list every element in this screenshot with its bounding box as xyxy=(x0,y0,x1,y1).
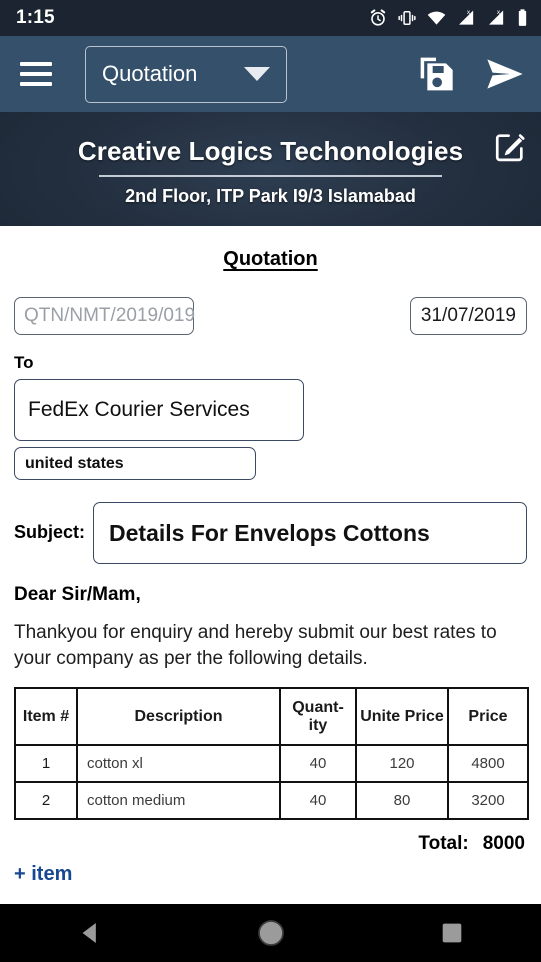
recipient-country-input[interactable]: united states xyxy=(14,447,256,480)
subject-input[interactable]: Details For Envelops Cottons xyxy=(93,502,527,564)
cell-item: 2 xyxy=(14,781,78,821)
header-item: Item # xyxy=(14,687,78,747)
android-nav-bar xyxy=(0,904,541,962)
recipient-country-value: united states xyxy=(25,454,124,472)
quotation-number-placeholder: QTN/NMT/2019/019 xyxy=(24,305,196,326)
cell-description[interactable]: cotton xl xyxy=(76,744,281,784)
date-input[interactable]: 31/07/2019 xyxy=(409,297,527,335)
salutation-text: Dear Sir/Mam, xyxy=(14,584,141,605)
wifi-icon xyxy=(427,11,446,25)
cell-description[interactable]: cotton medium xyxy=(76,781,281,821)
toolbar-actions xyxy=(417,54,527,94)
table-row[interactable]: 1 cotton xl 40 120 4800 xyxy=(14,744,529,784)
cell-price: 4800 xyxy=(447,744,529,784)
table-header-row: Item # Description Quant-ity Unite Price… xyxy=(14,687,529,747)
recipient-name-value: FedEx Courier Services xyxy=(28,398,250,421)
total-value: 8000 xyxy=(482,833,525,855)
table-row[interactable]: 2 cotton medium 40 80 3200 xyxy=(14,781,529,821)
company-address: 2nd Floor, ITP Park I9/3 Islamabad xyxy=(125,185,416,206)
to-label: To xyxy=(14,353,34,372)
vibrate-icon xyxy=(398,11,416,25)
add-item-button[interactable]: + item xyxy=(14,863,72,886)
subject-value: Details For Envelops Cottons xyxy=(109,519,430,546)
cell-item: 1 xyxy=(14,744,78,784)
hamburger-menu-icon[interactable] xyxy=(20,62,52,86)
document-body: Quotation QTN/NMT/2019/019 31/07/2019 To… xyxy=(0,226,541,904)
header-unit-price: Unite Price xyxy=(355,687,449,747)
document-type-dropdown[interactable]: Quotation xyxy=(85,45,287,103)
cell-unit-price[interactable]: 120 xyxy=(355,744,449,784)
save-copy-icon[interactable] xyxy=(417,54,457,94)
header-description: Description xyxy=(76,687,281,747)
page-title: Quotation xyxy=(223,248,318,270)
battery-icon xyxy=(518,9,527,26)
cell-quantity[interactable]: 40 xyxy=(279,781,357,821)
subject-label: Subject: xyxy=(14,521,86,542)
status-time: 1:15 xyxy=(16,7,55,28)
home-circle-icon[interactable] xyxy=(256,918,286,948)
recents-square-icon[interactable] xyxy=(439,920,465,946)
alarm-icon xyxy=(370,9,386,26)
items-table: Item # Description Quant-ity Unite Price… xyxy=(14,687,529,821)
number-date-row: QTN/NMT/2019/019 31/07/2019 xyxy=(14,297,527,335)
status-bar: 1:15 x x xyxy=(0,0,541,36)
cell-unit-price[interactable]: 80 xyxy=(355,781,449,821)
send-icon[interactable] xyxy=(483,54,527,94)
recipient-name-input[interactable]: FedEx Courier Services xyxy=(14,379,304,441)
phone-screen: 1:15 x x Quotation Creative Logics Techo… xyxy=(0,0,541,962)
header-price: Price xyxy=(447,687,529,747)
body-paragraph: Thankyou for enquiry and hereby submit o… xyxy=(14,622,497,669)
total-label: Total: xyxy=(418,833,469,855)
signal-x-icon: x xyxy=(459,9,474,25)
status-icons: x x xyxy=(368,8,529,28)
chevron-down-icon xyxy=(244,67,270,81)
quotation-number-input[interactable]: QTN/NMT/2019/019 xyxy=(14,297,196,335)
app-toolbar: Quotation xyxy=(0,36,541,112)
signal-x-icon: x xyxy=(489,9,504,25)
cell-quantity[interactable]: 40 xyxy=(279,744,357,784)
company-name: Creative Logics Techonologies xyxy=(77,135,464,166)
header-quantity: Quant-ity xyxy=(279,687,357,747)
subject-row: Subject: Details For Envelops Cottons xyxy=(14,502,527,564)
company-letterhead: Creative Logics Techonologies 2nd Floor,… xyxy=(0,112,541,226)
back-triangle-icon[interactable] xyxy=(76,919,104,947)
total-row: Total: 8000 xyxy=(14,833,527,855)
date-value: 31/07/2019 xyxy=(420,305,516,326)
letterhead-divider xyxy=(99,174,442,177)
document-type-value: Quotation xyxy=(102,61,198,86)
edit-pencil-icon[interactable] xyxy=(493,130,527,164)
cell-price: 3200 xyxy=(447,781,529,821)
